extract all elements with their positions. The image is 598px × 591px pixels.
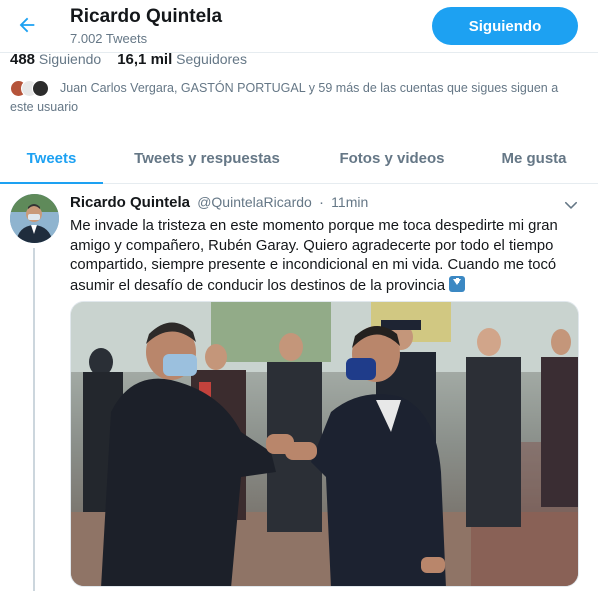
known-followers[interactable]: Juan Carlos Vergara, GASTÓN PORTUGAL y 5…: [10, 79, 570, 117]
down-arrow-emoji: [449, 275, 466, 292]
tweet-header: Ricardo Quintela @QuintelaRicardo · 11mi…: [70, 194, 368, 211]
known-followers-avatars: [10, 80, 52, 98]
tweet-timestamp[interactable]: 11min: [331, 194, 368, 210]
tweet-author-handle[interactable]: @QuintelaRicardo: [197, 194, 312, 210]
separator-dot: ·: [318, 194, 324, 211]
tweet-body: Me invade la tristeza en este momento po…: [70, 218, 558, 294]
tweet-menu-button[interactable]: [560, 194, 582, 216]
avatar-image: [10, 194, 59, 243]
tweet-author-name[interactable]: Ricardo Quintela: [70, 194, 190, 211]
known-followers-text-cont: este usuario: [10, 100, 79, 114]
profile-tabs: Tweets Tweets y respuestas Fotos y video…: [0, 132, 598, 184]
header-name: Ricardo Quintela: [70, 6, 223, 27]
tweet-avatar[interactable]: [10, 194, 59, 243]
followers-link[interactable]: 16,1 mil Seguidores: [117, 51, 247, 68]
tab-label: Tweets: [26, 149, 77, 167]
chevron-down-icon: [564, 201, 578, 209]
thread-line: [33, 248, 35, 591]
back-button[interactable]: [14, 12, 40, 38]
known-followers-text: Juan Carlos Vergara, GASTÓN PORTUGAL y 5…: [60, 81, 559, 95]
tab-label: Me gusta: [501, 149, 567, 167]
following-label: Siguiendo: [38, 51, 102, 67]
tab-tweets-and-replies[interactable]: Tweets y respuestas: [117, 132, 297, 184]
arrow-left-icon: [19, 17, 35, 33]
following-link[interactable]: 488 Siguiendo: [10, 51, 102, 68]
followers-count: 16,1 mil: [117, 51, 173, 68]
photo-image: [71, 302, 578, 586]
follow-stats: 488 Siguiendo 16,1 mil Seguidores: [10, 51, 247, 68]
tab-tweets[interactable]: Tweets: [0, 132, 103, 184]
tab-likes[interactable]: Me gusta: [484, 132, 584, 184]
tweet[interactable]: Ricardo Quintela @QuintelaRicardo · 11mi…: [0, 184, 598, 591]
header-tweet-count: 7.002 Tweets: [70, 31, 148, 46]
tweet-photo[interactable]: [70, 301, 579, 587]
profile-header: Ricardo Quintela 7.002 Tweets Siguiendo: [0, 0, 598, 52]
tab-label: Fotos y videos: [339, 149, 445, 167]
tab-label: Tweets y respuestas: [134, 149, 280, 167]
tab-photos-and-videos[interactable]: Fotos y videos: [322, 132, 462, 184]
tweet-text: Me invade la tristeza en este momento po…: [70, 217, 580, 296]
following-count: 488: [10, 51, 36, 68]
following-button[interactable]: Siguiendo: [432, 7, 578, 45]
avatar: [32, 80, 49, 97]
followers-label: Seguidores: [176, 51, 247, 67]
